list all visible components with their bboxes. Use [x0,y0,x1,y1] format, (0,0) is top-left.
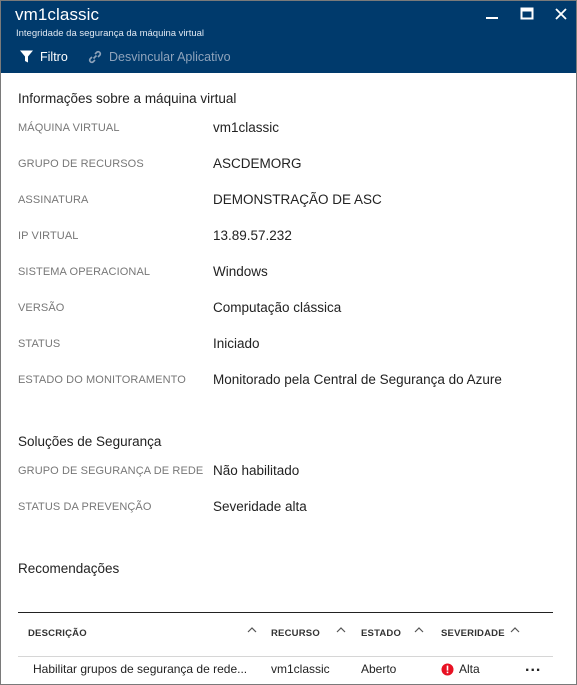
status-label: STATUS [18,338,61,350]
sort-chevron-up-icon[interactable] [509,624,521,636]
maximize-button[interactable] [516,3,538,25]
error-icon [441,663,454,675]
filter-icon [20,50,33,63]
status-value: Iniciado [213,336,260,351]
table-header: DESCRIÇÃO RECURSO ESTADO SEVERIDADE [18,612,553,657]
resource-group-label: GRUPO DE RECURSOS [18,158,144,170]
prevention-status-value: Severidade alta [213,499,307,514]
nsg-value: Não habilitado [213,463,300,478]
prevention-status-label: STATUS DA PREVENÇÃO [18,501,152,513]
recommendation-severity: Alta [441,662,480,676]
unlink-icon [88,50,102,64]
os-label: SISTEMA OPERACIONAL [18,266,151,278]
security-solutions-heading: Soluções de Segurança [18,434,162,449]
unlink-app-label: Desvincular Aplicativo [109,50,231,64]
page-subtitle: Integridade da segurança da máquina virt… [16,28,205,39]
recommendation-resource: vm1classic [271,662,330,676]
resource-group-value: ASCDEMORG [213,156,302,171]
subscription-value: DEMONSTRAÇÃO DE ASC [213,192,382,207]
blade-window: vm1classic Integridade da segurança da m… [0,0,577,685]
minimize-button[interactable] [481,3,503,25]
filter-label: Filtro [40,49,68,64]
vm-info-heading: Informações sobre a máquina virtual [18,91,237,106]
close-icon [555,8,567,20]
sort-chevron-up-icon[interactable] [335,624,347,636]
maximize-icon [520,7,534,20]
subscription-label: ASSINATURA [18,194,89,206]
severity-label: Alta [459,662,480,676]
column-header-description[interactable]: DESCRIÇÃO [28,628,87,639]
blade-header: vm1classic Integridade da segurança da m… [1,1,576,73]
monitoring-state-value: Monitorado pela Central de Segurança do … [213,372,502,387]
sort-chevron-up-icon[interactable] [413,624,425,636]
vm-value: vm1classic [213,120,280,135]
version-label: VERSÃO [18,302,65,314]
vm-label: MÁQUINA VIRTUAL [18,122,120,134]
column-header-state[interactable]: ESTADO [361,628,401,639]
filter-button[interactable]: Filtro [19,49,68,64]
column-header-resource[interactable]: RECURSO [271,628,320,639]
close-button[interactable] [550,3,572,25]
recommendation-description[interactable]: Habilitar grupos de segurança de rede... [33,662,247,676]
page-title: vm1classic [15,5,100,24]
command-bar: Filtro Desvincular Aplicativo [1,45,576,73]
monitoring-state-label: ESTADO DO MONITORAMENTO [18,374,186,386]
version-value: Computação clássica [213,300,342,315]
recommendations-heading: Recomendações [18,561,120,576]
sort-chevron-up-icon[interactable] [246,624,258,636]
nsg-label: GRUPO DE SEGURANÇA DE REDE [18,465,204,477]
unlink-app-button[interactable]: Desvincular Aplicativo [87,49,231,65]
more-options-button[interactable]: ... [525,658,541,676]
minimize-icon [486,17,498,19]
virtual-ip-label: IP VIRTUAL [18,230,79,242]
virtual-ip-value: 13.89.57.232 [213,228,292,243]
os-value: Windows [213,264,268,279]
column-header-severity[interactable]: SEVERIDADE [441,628,505,639]
recommendation-state: Aberto [361,662,397,676]
